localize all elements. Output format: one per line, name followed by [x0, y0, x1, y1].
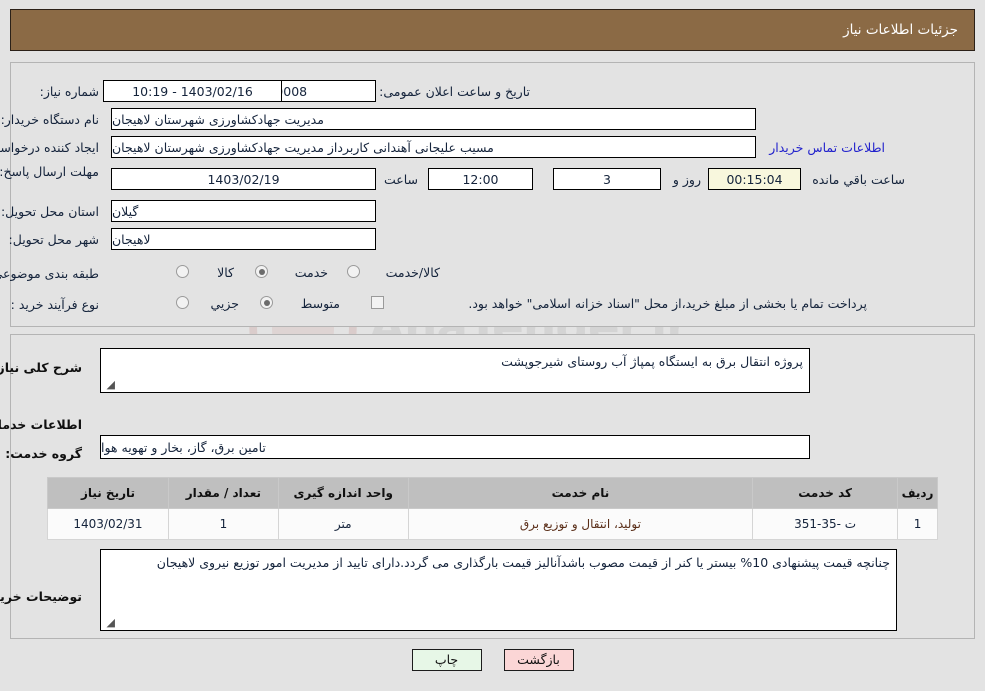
- services-table: ردیف کد خدمت نام خدمت واحد اندازه گیری ت…: [47, 477, 938, 540]
- process-option-jozi[interactable]: جزیي: [210, 296, 239, 311]
- buyer-contact-link[interactable]: اطلاعات تماس خریدار: [769, 140, 885, 155]
- cell-service-name: تولید، انتقال و توزیع برق: [407, 508, 754, 540]
- deadline-time-field[interactable]: 12:00: [428, 168, 533, 190]
- buyer-org-label: نام دستگاه خریدار:: [0, 112, 99, 127]
- th-row: ردیف: [897, 477, 938, 509]
- deadline-countdown-field: 00:15:04: [708, 168, 801, 190]
- resize-grip-icon[interactable]: ◢: [103, 379, 115, 391]
- action-buttons: بازگشت چاپ: [0, 649, 985, 671]
- table-header-row: ردیف کد خدمت نام خدمت واحد اندازه گیری ت…: [47, 477, 938, 509]
- province-label: استان محل تحویل:: [0, 204, 99, 219]
- city-label: شهر محل تحویل:: [8, 232, 99, 247]
- cell-service-code: ت -35-351: [752, 508, 899, 540]
- cell-unit: متر: [277, 508, 409, 540]
- buyer-notes-label: توضیحات خریدار:: [0, 589, 82, 604]
- table-row: 1 ت -35-351 تولید، انتقال و توزیع برق مت…: [47, 508, 938, 540]
- tender-details-page: AnaTender.ir جزئیات اطلاعات نیاز شماره ن…: [0, 0, 985, 691]
- purchase-process-label: نوع فرآیند خرید :: [10, 297, 99, 312]
- service-group-field[interactable]: تامین برق، گاز، بخار و تهویه هوا: [100, 435, 810, 459]
- deadline-label: مهلت ارسال پاسخ: تا تاریخ:: [0, 164, 99, 179]
- process-radio-motavaset[interactable]: [260, 296, 273, 309]
- requester-label: ایجاد کننده درخواست:: [0, 140, 99, 155]
- city-field[interactable]: لاهیجان: [111, 228, 376, 250]
- requester-field[interactable]: مسیب علیجانی آهندانی کاربرداز مدیریت جها…: [111, 136, 756, 158]
- province-field[interactable]: گیلان: [111, 200, 376, 222]
- summary-text: پروژه انتقال برق به ایستگاه پمپاژ آب روس…: [501, 354, 803, 369]
- deadline-days-field[interactable]: 3: [553, 168, 661, 190]
- category-option-khedmat[interactable]: خدمت: [295, 265, 328, 280]
- print-button[interactable]: چاپ: [411, 649, 482, 671]
- buyer-notes-textarea[interactable]: چنانچه قیمت پیشنهادی 10% بیستر یا کنر از…: [100, 549, 897, 631]
- th-need-date: تاریخ نیاز: [47, 477, 169, 509]
- page-header: جزئیات اطلاعات نیاز: [10, 9, 975, 51]
- buyer-org-field[interactable]: مدیریت جهادکشاورزی شهرستان لاهیجان: [111, 108, 756, 130]
- service-group-label: گروه خدمت:: [5, 446, 82, 461]
- resize-grip-icon[interactable]: ◢: [103, 617, 115, 629]
- category-radio-kala-khedmat[interactable]: [347, 265, 360, 278]
- th-quantity: تعداد / مقدار: [167, 477, 279, 509]
- category-radio-kala[interactable]: [176, 265, 189, 278]
- cell-quantity: 1: [167, 508, 279, 540]
- process-radio-jozi[interactable]: [176, 296, 189, 309]
- cell-need-date: 1403/02/31: [47, 508, 169, 540]
- deadline-time-label: ساعت: [383, 172, 418, 187]
- services-heading: اطلاعات خدمات مورد نیاز: [0, 417, 82, 432]
- summary-textarea[interactable]: پروژه انتقال برق به ایستگاه پمپاژ آب روس…: [100, 348, 810, 393]
- announce-datetime-field[interactable]: 1403/02/16 - 10:19: [103, 80, 282, 102]
- th-service-code: کد خدمت: [752, 477, 899, 509]
- summary-label: شرح کلی نیاز:: [0, 360, 82, 375]
- page-title: جزئیات اطلاعات نیاز: [843, 22, 958, 38]
- back-button[interactable]: بازگشت: [503, 649, 574, 671]
- category-option-kala-khedmat[interactable]: کالا/خدمت: [386, 265, 440, 280]
- need-number-label: شماره نیاز:: [39, 84, 99, 99]
- announce-datetime-label: تاریخ و ساعت اعلان عمومی:: [379, 84, 530, 99]
- th-service-name: نام خدمت: [407, 477, 754, 509]
- category-radio-khedmat[interactable]: [255, 265, 268, 278]
- deadline-countdown-suffix: ساعت باقي مانده: [812, 172, 905, 187]
- category-option-kala[interactable]: کالا: [217, 265, 234, 280]
- th-unit: واحد اندازه گیری: [277, 477, 409, 509]
- category-label: طبقه بندی موضوعی:: [0, 266, 99, 281]
- cell-row: 1: [897, 508, 938, 540]
- deadline-days-suffix: روز و: [672, 172, 701, 187]
- deadline-date-field[interactable]: 1403/02/19: [111, 168, 376, 190]
- treasury-bond-label: پرداخت تمام یا بخشی از مبلغ خرید،از محل …: [468, 296, 867, 311]
- treasury-bond-checkbox[interactable]: [371, 296, 384, 309]
- process-option-motavaset[interactable]: متوسط: [301, 296, 340, 311]
- buyer-notes-text: چنانچه قیمت پیشنهادی 10% بیستر یا کنر از…: [156, 555, 890, 570]
